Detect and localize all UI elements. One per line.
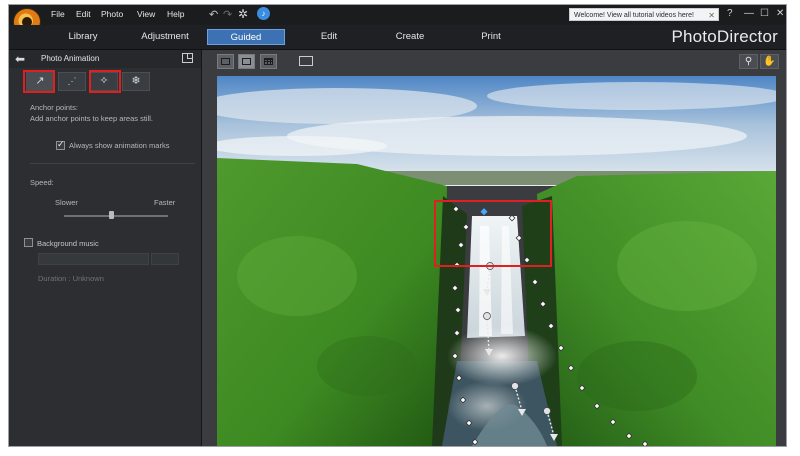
zoom-icon: ⚲ xyxy=(744,56,753,67)
speed-label: Speed: xyxy=(30,178,54,187)
hand-pan-icon: ✋ xyxy=(763,56,776,67)
single-view-button[interactable] xyxy=(217,54,234,69)
panel-divider xyxy=(30,163,195,164)
photo-canvas[interactable] xyxy=(217,76,776,446)
pan-button[interactable]: ✋ xyxy=(760,54,779,69)
fit-view-icon xyxy=(242,58,251,65)
speed-slider-track[interactable] xyxy=(64,215,168,217)
anchor-path-tool[interactable]: ⋰ xyxy=(58,72,86,91)
always-show-checkbox[interactable] xyxy=(56,139,65,150)
undo-icon[interactable]: ↶ xyxy=(209,8,218,21)
photo-animation-panel: ⬅ Photo Animation ↗ ⋰ ✧ ❄ Anchor points:… xyxy=(9,50,202,446)
redo-icon[interactable]: ↷ xyxy=(223,8,232,21)
welcome-text: Welcome! View all tutorial videos here! xyxy=(574,12,694,19)
music-select[interactable] xyxy=(38,253,149,265)
freeze-icon: ❄ xyxy=(131,75,141,87)
highlight-box-waterfall xyxy=(434,200,552,267)
app-window: File Edit Photo View Help ↶ ↷ ✲ ♪ Welcom… xyxy=(9,5,786,446)
music-browse-button[interactable] xyxy=(151,253,179,265)
slower-label: Slower xyxy=(55,198,78,207)
faster-label: Faster xyxy=(154,198,176,207)
zoom-button[interactable]: ⚲ xyxy=(739,54,758,69)
tab-create[interactable]: Create xyxy=(389,29,431,45)
anchor-description: Add anchor points to keep areas still. xyxy=(30,114,153,123)
anchor-heading: Anchor points: xyxy=(30,103,78,112)
notification-bell-icon[interactable]: ♪ xyxy=(257,7,270,20)
grid-view-icon xyxy=(264,58,273,65)
panel-title: Photo Animation xyxy=(41,54,100,63)
close-banner-icon[interactable]: ✕ xyxy=(708,9,715,22)
export-panel-icon[interactable] xyxy=(182,53,193,63)
highlight-box-motion xyxy=(23,70,55,93)
tab-library[interactable]: Library xyxy=(54,29,112,45)
menu-view[interactable]: View xyxy=(137,9,155,19)
grid-view-button[interactable] xyxy=(260,54,277,69)
menubar: File Edit Photo View Help ↶ ↷ ✲ ♪ Welcom… xyxy=(9,5,786,36)
always-show-label: Always show animation marks xyxy=(69,141,170,150)
anchor-path-icon: ⋰ xyxy=(67,76,77,86)
speed-slider-thumb[interactable] xyxy=(108,211,114,219)
back-arrow-icon[interactable]: ⬅ xyxy=(15,52,25,66)
menu-photo[interactable]: Photo xyxy=(101,9,123,19)
tab-adjustment[interactable]: Adjustment xyxy=(134,29,196,45)
brand-name: PhotoDirector xyxy=(671,27,778,46)
tab-print[interactable]: Print xyxy=(471,29,511,45)
settings-gear-icon[interactable]: ✲ xyxy=(238,7,248,21)
background-music-checkbox[interactable] xyxy=(24,238,33,247)
background-music-label: Background music xyxy=(37,239,99,248)
minimize-icon[interactable]: — xyxy=(744,8,754,19)
photo-view-area: ⚲ ✋ xyxy=(202,50,786,446)
main-tabbar: Library Adjustment Guided Edit Create Pr… xyxy=(9,25,786,50)
panel-header: ⬅ Photo Animation xyxy=(9,50,201,68)
welcome-banner[interactable]: Welcome! View all tutorial videos here! … xyxy=(569,8,719,21)
single-view-icon xyxy=(221,58,230,65)
fit-view-button[interactable] xyxy=(238,54,255,69)
menu-help[interactable]: Help xyxy=(167,9,184,19)
duration-label: Duration : Unknown xyxy=(38,274,104,283)
tab-guided[interactable]: Guided xyxy=(207,29,285,45)
freeze-tool[interactable]: ❄ xyxy=(122,72,150,91)
menu-file[interactable]: File xyxy=(51,9,65,19)
help-icon[interactable]: ? xyxy=(727,8,733,19)
menu-edit[interactable]: Edit xyxy=(76,9,91,19)
close-window-icon[interactable]: ✕ xyxy=(776,8,784,19)
compare-icon[interactable] xyxy=(299,56,313,66)
highlight-box-wand xyxy=(89,70,121,93)
maximize-icon[interactable]: ☐ xyxy=(760,8,769,19)
tab-edit[interactable]: Edit xyxy=(309,29,349,45)
